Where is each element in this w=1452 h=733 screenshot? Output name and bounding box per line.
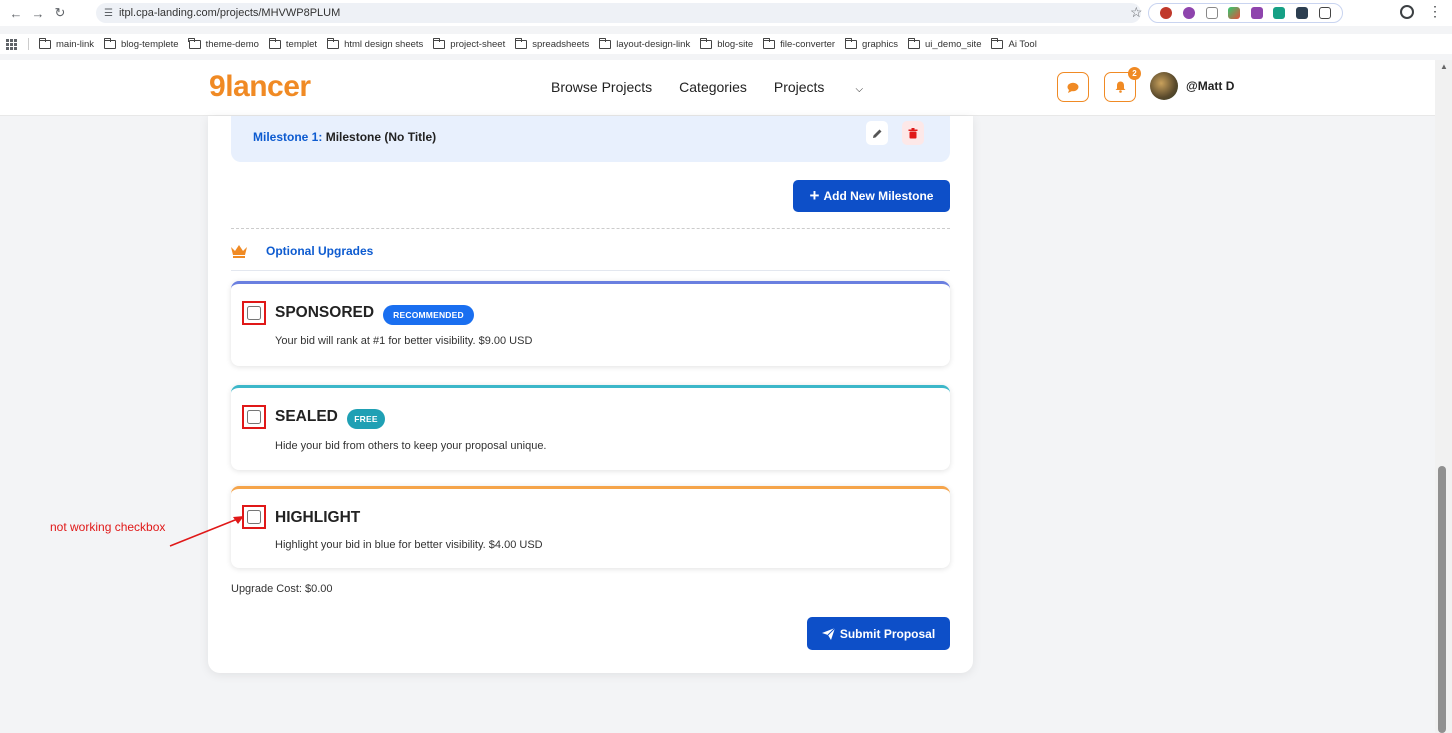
scrollbar-thumb[interactable] — [1438, 466, 1446, 733]
add-milestone-button[interactable]: + Add New Milestone — [793, 180, 950, 212]
upgrade-description: Hide your bid from others to keep your p… — [275, 440, 547, 452]
bookmark-folder[interactable]: main-link — [38, 37, 94, 50]
paper-plane-icon — [821, 627, 835, 640]
extension-icon[interactable] — [1296, 7, 1309, 19]
back-icon[interactable]: ← — [6, 3, 26, 23]
url-text: itpl.cpa-landing.com/projects/MHVWP8PLUM — [118, 7, 341, 19]
bookmark-folder[interactable]: ui_demo_site — [907, 37, 981, 50]
browser-menu-icon[interactable]: ⋮ — [1428, 3, 1442, 20]
folder-icon — [268, 37, 281, 49]
bookmark-folder[interactable]: project-sheet — [432, 37, 505, 50]
bookmark-folder[interactable]: blog-site — [699, 37, 753, 50]
optional-upgrades-title: Optional Upgrades — [266, 244, 374, 258]
bookmark-folder[interactable]: html design sheets — [326, 37, 423, 50]
extensions-group — [1148, 3, 1343, 23]
upgrade-card-sealed[interactable]: SEALED FREE Hide your bid from others to… — [231, 385, 950, 470]
nav-projects[interactable]: Projects ⌵ — [774, 79, 890, 95]
site-info-icon[interactable]: ☰ — [104, 8, 113, 19]
bookmark-star-icon[interactable]: ☆ — [1130, 4, 1143, 21]
milestone-number: Milestone 1: — [253, 130, 323, 144]
scroll-up-icon[interactable]: ▲ — [1440, 62, 1448, 71]
upgrade-cost: Upgrade Cost: $0.00 — [231, 583, 333, 595]
folder-icon — [844, 37, 858, 49]
username[interactable]: @Matt D — [1186, 79, 1234, 93]
upgrade-description: Your bid will rank at #1 for better visi… — [275, 335, 533, 347]
bell-icon — [1115, 81, 1125, 93]
divider — [231, 270, 950, 271]
forward-icon[interactable]: → — [28, 3, 48, 23]
extension-icon[interactable] — [1250, 7, 1263, 19]
chevron-down-icon: ⌵ — [855, 84, 864, 95]
extension-icon[interactable] — [1205, 7, 1218, 19]
extension-icon[interactable] — [1228, 7, 1241, 19]
sponsored-checkbox[interactable] — [247, 306, 261, 320]
messages-button[interactable] — [1057, 72, 1089, 102]
bookmark-folder[interactable]: templet — [268, 37, 317, 50]
sealed-checkbox[interactable] — [247, 410, 261, 424]
upgrade-title: SPONSORED — [275, 304, 375, 321]
chat-icon — [1067, 82, 1079, 93]
folder-icon — [762, 37, 776, 49]
free-badge: FREE — [347, 409, 385, 429]
folder-icon — [598, 37, 612, 49]
upgrade-card-sponsored[interactable]: SPONSORED RECOMMENDED Your bid will rank… — [231, 281, 950, 366]
bookmark-folder[interactable]: blog-templete — [103, 37, 179, 50]
upgrade-title: SEALED — [275, 408, 338, 425]
submit-proposal-button[interactable]: Submit Proposal — [807, 617, 950, 650]
crown-icon — [231, 245, 247, 258]
browser-toolbar: ← → ↻ ☰ itpl.cpa-landing.com/projects/MH… — [0, 0, 1452, 26]
bookmark-folder[interactable]: file-converter — [762, 37, 835, 50]
upgrade-description: Highlight your bid in blue for better vi… — [275, 539, 543, 551]
main-nav: Browse Projects Categories Projects ⌵ — [551, 79, 917, 95]
bookmarks-bar: main-link blog-templete theme-demo templ… — [0, 34, 1452, 54]
folder-icon — [38, 37, 51, 49]
extension-icon[interactable] — [1273, 7, 1286, 19]
pencil-icon — [872, 129, 881, 138]
edit-milestone-button[interactable] — [866, 121, 888, 145]
bookmark-folder[interactable]: spreadsheets — [514, 37, 589, 50]
milestone-item: Milestone 1: Milestone (No Title) — [231, 116, 950, 162]
plus-icon: + — [809, 186, 820, 205]
folder-icon — [326, 37, 340, 49]
profile-icon[interactable] — [1400, 5, 1414, 19]
trash-icon — [908, 127, 918, 138]
annotation-arrow — [169, 516, 244, 547]
address-bar[interactable]: ☰ itpl.cpa-landing.com/projects/MHVWP8PL… — [96, 3, 1141, 23]
folder-icon — [991, 37, 1004, 49]
avatar[interactable] — [1150, 72, 1178, 100]
folder-icon — [699, 37, 713, 49]
nav-categories[interactable]: Categories — [679, 79, 747, 95]
nav-browse-projects[interactable]: Browse Projects — [551, 79, 652, 95]
logo[interactable]: 9lancer — [209, 70, 311, 104]
folder-icon — [188, 37, 201, 49]
notification-count-badge: 2 — [1128, 67, 1141, 80]
divider — [231, 228, 950, 229]
extension-icon[interactable] — [1182, 7, 1195, 19]
delete-milestone-button[interactable] — [902, 121, 924, 145]
folder-icon — [432, 37, 446, 49]
folder-icon — [103, 37, 117, 49]
bookmark-folder[interactable]: graphics — [844, 37, 898, 50]
milestone-title: Milestone (No Title) — [325, 130, 437, 144]
bookmark-folder[interactable]: theme-demo — [188, 37, 259, 50]
recommended-badge: RECOMMENDED — [383, 305, 474, 325]
extensions-puzzle-icon[interactable] — [1318, 7, 1331, 19]
bookmark-folder[interactable]: Ai Tool — [991, 37, 1037, 50]
upgrade-title: HIGHLIGHT — [275, 509, 361, 526]
annotation-label: not working checkbox — [50, 520, 166, 534]
site-header: 9lancer Browse Projects Categories Proje… — [0, 60, 1435, 116]
folder-icon — [907, 37, 920, 49]
extension-icon[interactable] — [1160, 7, 1173, 19]
reload-icon[interactable]: ↻ — [50, 3, 70, 23]
upgrade-card-highlight[interactable]: HIGHLIGHT Highlight your bid in blue for… — [231, 486, 950, 568]
apps-grid-icon[interactable] — [6, 39, 20, 50]
bookmark-folder[interactable]: layout-design-link — [598, 37, 690, 50]
folder-icon — [514, 37, 528, 49]
